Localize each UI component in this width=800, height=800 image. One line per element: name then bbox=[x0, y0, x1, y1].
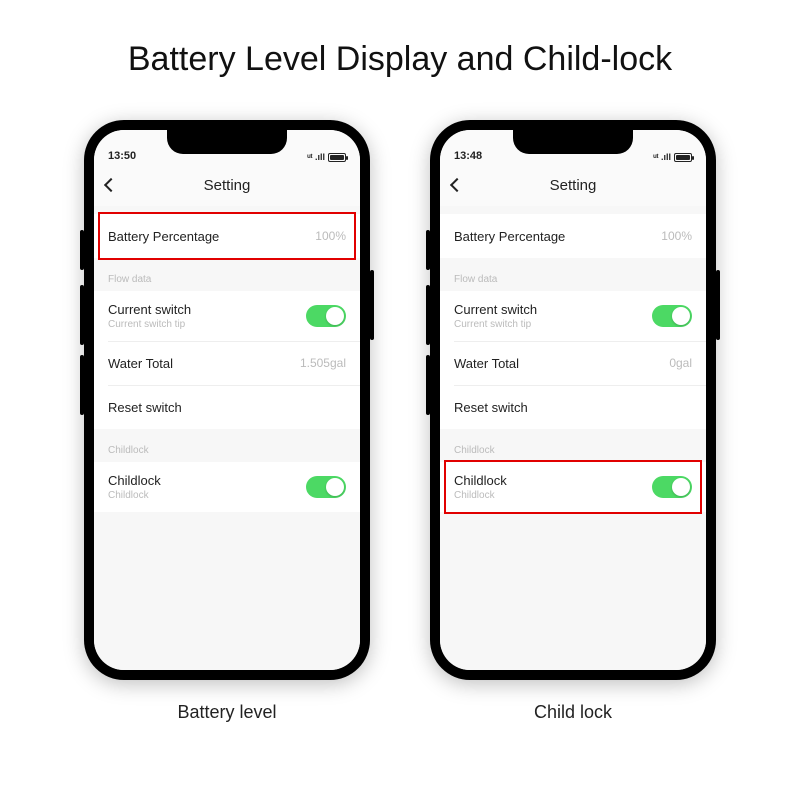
phone-side-button bbox=[370, 270, 374, 340]
childlock-row[interactable]: Childlock Childlock bbox=[94, 462, 360, 512]
childlock-row[interactable]: Childlock Childlock bbox=[440, 462, 706, 512]
phone-notch bbox=[513, 130, 633, 154]
settings-content: Battery Percentage 100% Flow data Curren… bbox=[440, 206, 706, 670]
phone-side-button bbox=[80, 230, 84, 270]
childlock-toggle[interactable] bbox=[306, 476, 346, 498]
phone-notch bbox=[167, 130, 287, 154]
phone-caption: Battery level bbox=[177, 702, 276, 723]
nav-bar: Setting bbox=[440, 164, 706, 206]
page-title: Battery Level Display and Child-lock bbox=[0, 40, 800, 79]
section-header-childlock: Childlock bbox=[440, 429, 706, 462]
section-header-flow: Flow data bbox=[94, 258, 360, 291]
phones-row: 13:50 ᵘᵗ .ıll Setting bbox=[0, 120, 800, 723]
row-label: Water Total bbox=[108, 356, 173, 371]
back-icon[interactable] bbox=[450, 178, 464, 192]
row-sub: Childlock bbox=[108, 490, 161, 501]
row-sub: Current switch tip bbox=[454, 319, 537, 330]
row-label: Reset switch bbox=[108, 400, 182, 415]
settings-content: Battery Percentage 100% Flow data Curren… bbox=[94, 206, 360, 670]
row-label: Reset switch bbox=[454, 400, 528, 415]
phone-side-button bbox=[80, 355, 84, 415]
phone-frame: 13:50 ᵘᵗ .ıll Setting bbox=[84, 120, 370, 680]
row-label: Battery Percentage bbox=[454, 229, 565, 244]
childlock-toggle[interactable] bbox=[652, 476, 692, 498]
section-header-childlock: Childlock bbox=[94, 429, 360, 462]
phone-caption: Child lock bbox=[534, 702, 612, 723]
nav-title: Setting bbox=[204, 177, 251, 194]
status-time: 13:50 bbox=[108, 150, 136, 162]
status-signal: ᵘᵗ .ıll bbox=[307, 152, 325, 162]
current-switch-row[interactable]: Current switch Current switch tip bbox=[440, 291, 706, 341]
row-label: Current switch bbox=[108, 302, 191, 317]
row-label: Childlock bbox=[108, 473, 161, 488]
row-label: Battery Percentage bbox=[108, 229, 219, 244]
phone-child-lock: 13:48 ᵘᵗ .ıll Setting Battery Per bbox=[430, 120, 716, 723]
current-switch-toggle[interactable] bbox=[652, 305, 692, 327]
phone-side-button bbox=[80, 285, 84, 345]
phone-side-button bbox=[426, 285, 430, 345]
current-switch-toggle[interactable] bbox=[306, 305, 346, 327]
battery-icon bbox=[674, 153, 692, 162]
row-label: Current switch bbox=[454, 302, 537, 317]
row-value: 100% bbox=[661, 229, 692, 243]
phone-battery-level: 13:50 ᵘᵗ .ıll Setting bbox=[84, 120, 370, 723]
battery-percentage-row[interactable]: Battery Percentage 100% bbox=[440, 214, 706, 258]
current-switch-row[interactable]: Current switch Current switch tip bbox=[94, 291, 360, 341]
row-value: 1.505gal bbox=[300, 356, 346, 370]
phone-screen: 13:50 ᵘᵗ .ıll Setting bbox=[94, 130, 360, 670]
phone-side-button bbox=[426, 230, 430, 270]
phone-screen: 13:48 ᵘᵗ .ıll Setting Battery Per bbox=[440, 130, 706, 670]
status-time: 13:48 bbox=[454, 150, 482, 162]
row-label: Water Total bbox=[454, 356, 519, 371]
row-label: Childlock bbox=[454, 473, 507, 488]
row-sub: Current switch tip bbox=[108, 319, 191, 330]
nav-bar: Setting bbox=[94, 164, 360, 206]
row-sub: Childlock bbox=[454, 490, 507, 501]
phone-side-button bbox=[716, 270, 720, 340]
battery-percentage-row[interactable]: Battery Percentage 100% bbox=[94, 214, 360, 258]
back-icon[interactable] bbox=[104, 178, 118, 192]
water-total-row[interactable]: Water Total 0gal bbox=[440, 341, 706, 385]
reset-switch-row[interactable]: Reset switch bbox=[440, 385, 706, 429]
phone-frame: 13:48 ᵘᵗ .ıll Setting Battery Per bbox=[430, 120, 716, 680]
row-value: 100% bbox=[315, 229, 346, 243]
row-value: 0gal bbox=[669, 356, 692, 370]
nav-title: Setting bbox=[550, 177, 597, 194]
status-signal: ᵘᵗ .ıll bbox=[653, 152, 671, 162]
battery-icon bbox=[328, 153, 346, 162]
reset-switch-row[interactable]: Reset switch bbox=[94, 385, 360, 429]
section-header-flow: Flow data bbox=[440, 258, 706, 291]
phone-side-button bbox=[426, 355, 430, 415]
water-total-row[interactable]: Water Total 1.505gal bbox=[94, 341, 360, 385]
